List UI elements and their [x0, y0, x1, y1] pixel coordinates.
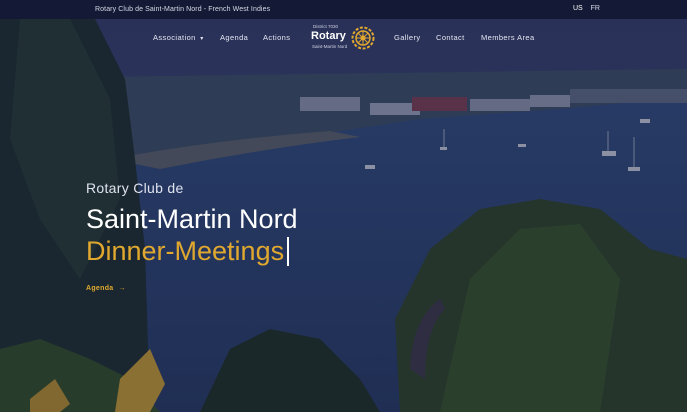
hero-typed-text: Dinner-Meetings	[86, 236, 289, 267]
hero-title: Saint-Martin Nord	[86, 204, 298, 234]
hero-typed-label: Dinner-Meetings	[86, 236, 285, 266]
language-fr[interactable]: FR	[591, 5, 600, 12]
rotary-logo[interactable]: District 7030 Rotary Saint-Martin Nord	[311, 24, 377, 52]
rotary-wheel-icon	[351, 26, 375, 50]
nav-association[interactable]: Association ▾	[153, 33, 204, 42]
agenda-cta-label: Agenda	[86, 285, 114, 292]
nav-agenda[interactable]: Agenda	[220, 33, 248, 42]
nav-gallery[interactable]: Gallery	[394, 33, 421, 42]
nav-contact[interactable]: Contact	[436, 33, 465, 42]
agenda-cta-link[interactable]: Agenda →	[86, 285, 126, 292]
top-bar: Rotary Club de Saint-Martin Nord - Frenc…	[0, 0, 687, 19]
nav-association-label: Association	[153, 33, 196, 42]
logo-district: District 7030	[313, 24, 339, 29]
language-us[interactable]: US	[573, 5, 583, 12]
main-nav: Association ▾ Agenda Actions District 70…	[0, 19, 687, 59]
chevron-down-icon: ▾	[200, 36, 204, 42]
hero-pretitle: Rotary Club de	[86, 180, 184, 196]
logo-subtitle: Saint-Martin Nord	[312, 44, 348, 49]
arrow-right-icon: →	[118, 285, 126, 292]
language-switcher: US FR	[567, 5, 600, 12]
site-tagline: Rotary Club de Saint-Martin Nord - Frenc…	[95, 6, 271, 13]
nav-actions[interactable]: Actions	[263, 33, 290, 42]
typing-cursor	[287, 237, 289, 266]
logo-brand: Rotary	[311, 30, 346, 42]
hero-headline: Rotary Club de Saint-Martin Nord Dinner-…	[86, 180, 298, 266]
nav-members-area[interactable]: Members Area	[481, 33, 535, 42]
